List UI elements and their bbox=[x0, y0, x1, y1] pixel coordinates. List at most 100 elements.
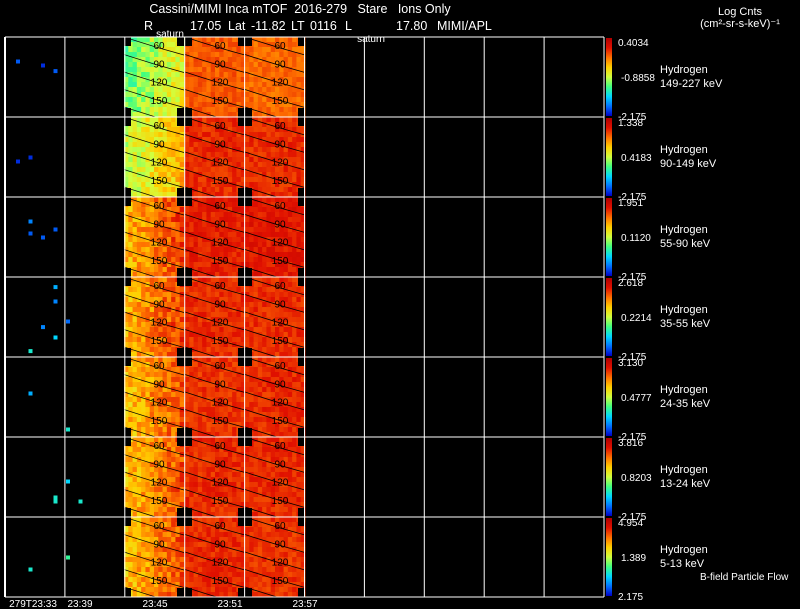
heatmap-cell bbox=[206, 287, 212, 293]
heatmap-cell bbox=[257, 452, 263, 458]
heatmap-cell bbox=[262, 182, 267, 188]
heatmap-cell bbox=[141, 182, 146, 188]
heatmap-cell bbox=[171, 462, 176, 468]
heatmap-cell bbox=[158, 452, 163, 458]
heatmap-cell bbox=[270, 232, 276, 238]
heatmap-cell bbox=[175, 257, 181, 263]
heatmap-cell bbox=[193, 387, 199, 393]
heatmap-cell bbox=[249, 582, 254, 588]
heatmap-cell bbox=[193, 567, 199, 573]
heatmap-cell bbox=[206, 467, 212, 473]
heatmap-cell bbox=[287, 167, 293, 173]
heatmap-cell bbox=[257, 372, 263, 378]
heatmap-cell bbox=[227, 457, 233, 463]
heatmap-cell bbox=[193, 467, 199, 473]
heatmap-cell bbox=[206, 347, 212, 353]
heatmap-cell bbox=[206, 322, 212, 328]
heatmap-cell bbox=[154, 267, 159, 273]
heatmap-cell bbox=[185, 127, 190, 133]
heatmap-cell bbox=[128, 497, 133, 503]
contour-label: 90 bbox=[214, 459, 226, 470]
heatmap-cell bbox=[179, 322, 185, 328]
heatmap-cell bbox=[128, 102, 133, 108]
heatmap-cell bbox=[232, 252, 237, 258]
heatmap-cell bbox=[245, 542, 250, 548]
heatmap-cell bbox=[296, 82, 302, 88]
heatmap-cell bbox=[206, 262, 212, 268]
heatmap-cell bbox=[266, 182, 272, 188]
heatmap-cell bbox=[253, 547, 259, 553]
heatmap-cell bbox=[175, 482, 181, 488]
heatmap-cell bbox=[175, 82, 181, 88]
heatmap-cell bbox=[296, 337, 302, 343]
colorbar bbox=[606, 438, 612, 516]
heatmap-cell bbox=[219, 187, 224, 193]
heatmap-cell bbox=[262, 207, 267, 213]
heatmap-cell bbox=[292, 347, 297, 353]
heatmap-cell bbox=[266, 277, 272, 283]
heatmap-cell bbox=[171, 187, 176, 193]
heatmap-cell bbox=[193, 122, 199, 128]
heatmap-cell bbox=[166, 232, 172, 238]
heatmap-cell bbox=[292, 117, 297, 123]
heatmap-cell bbox=[296, 412, 302, 418]
heatmap-cell bbox=[236, 322, 242, 328]
heatmap-cell bbox=[253, 307, 259, 313]
heatmap-cell bbox=[166, 312, 172, 318]
heatmap-cell bbox=[175, 367, 181, 373]
heatmap-cell bbox=[128, 147, 133, 153]
heatmap-cell bbox=[132, 162, 138, 168]
heatmap-cell bbox=[262, 232, 267, 238]
heatmap-cell bbox=[128, 127, 133, 133]
heatmap-cell bbox=[215, 452, 220, 458]
heatmap-cell bbox=[232, 442, 237, 448]
heatmap-cell bbox=[206, 387, 212, 393]
heatmap-cell bbox=[257, 577, 263, 583]
heatmap-cell bbox=[257, 247, 263, 253]
heatmap-cell bbox=[253, 42, 259, 48]
heatmap-cell bbox=[227, 87, 233, 93]
energy-label: 149-227 keV bbox=[660, 78, 723, 90]
heatmap-cell bbox=[296, 322, 302, 328]
heatmap-cell bbox=[292, 62, 297, 68]
heatmap-cell bbox=[145, 232, 151, 238]
heatmap-cell bbox=[262, 422, 267, 428]
heatmap-cell bbox=[287, 267, 293, 273]
heatmap-cell bbox=[166, 437, 172, 443]
heatmap-cell bbox=[223, 52, 229, 58]
heatmap-cell bbox=[128, 397, 133, 403]
heatmap-cell bbox=[179, 142, 185, 148]
heatmap-cell bbox=[257, 502, 263, 508]
heatmap-cell bbox=[197, 47, 203, 53]
heatmap-cell bbox=[266, 547, 272, 553]
contour-label: 120 bbox=[212, 398, 229, 409]
panel-corner-mask bbox=[177, 277, 184, 286]
heatmap-cell bbox=[253, 442, 259, 448]
heatmap-cell bbox=[287, 412, 293, 418]
heatmap-cell bbox=[279, 532, 284, 538]
heatmap-cell bbox=[292, 412, 297, 418]
heatmap-cell bbox=[193, 207, 199, 213]
heatmap-cell bbox=[128, 62, 133, 68]
heatmap-cell bbox=[193, 382, 199, 388]
heatmap-cell bbox=[197, 452, 203, 458]
heatmap-cell bbox=[179, 492, 185, 498]
heatmap-cell bbox=[262, 107, 267, 113]
data-pixel bbox=[53, 495, 58, 500]
heatmap-cell bbox=[253, 417, 259, 423]
heatmap-cell bbox=[227, 302, 233, 308]
heatmap-cell bbox=[145, 427, 151, 433]
heatmap-cell bbox=[166, 487, 172, 493]
heatmap-cell bbox=[249, 367, 254, 373]
heatmap-cell bbox=[193, 247, 199, 253]
heatmap-cell bbox=[236, 157, 242, 163]
heatmap-cell bbox=[210, 392, 216, 398]
heatmap-cell bbox=[132, 142, 138, 148]
heatmap-cell bbox=[219, 427, 224, 433]
heatmap-cell bbox=[189, 307, 194, 313]
heatmap-cell bbox=[179, 332, 185, 338]
heatmap-cell bbox=[141, 437, 146, 443]
heatmap-cell bbox=[158, 392, 163, 398]
contour-label: 150 bbox=[272, 96, 289, 107]
heatmap-cell bbox=[236, 537, 242, 543]
